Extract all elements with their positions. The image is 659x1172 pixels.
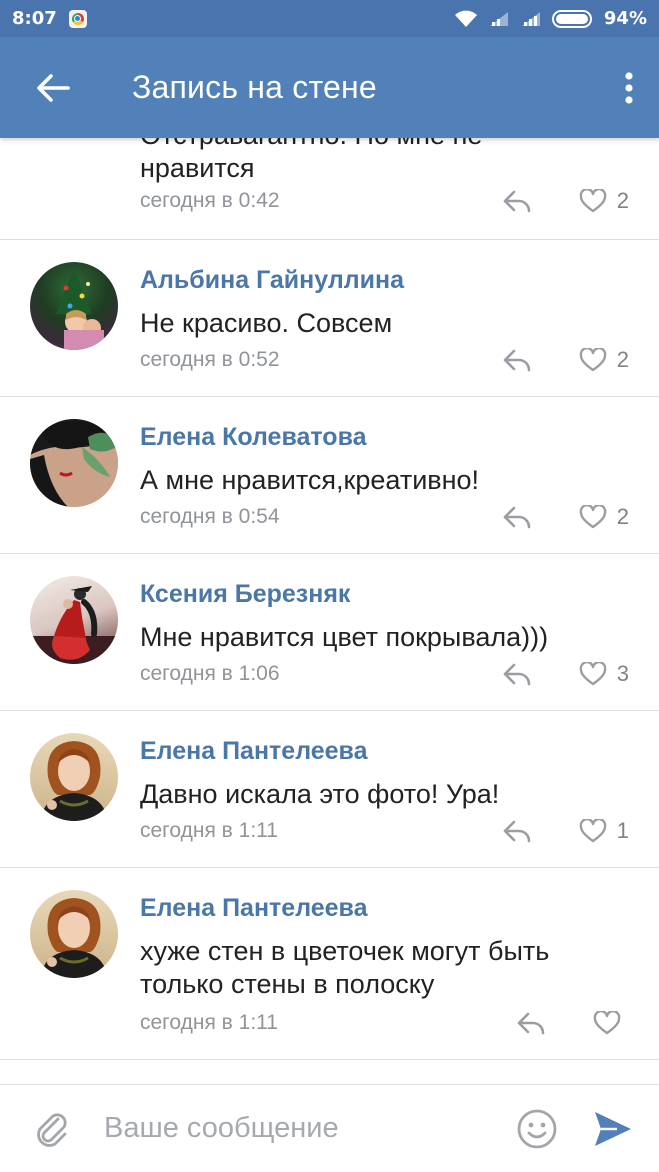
like-button[interactable]: 3 — [579, 659, 629, 689]
emoji-button[interactable] — [507, 1085, 567, 1172]
signal-icon — [520, 10, 542, 28]
attach-button[interactable] — [0, 1085, 104, 1172]
status-bar: 8:07 94% — [0, 0, 659, 37]
reply-icon — [503, 663, 531, 686]
reply-button[interactable] — [499, 345, 535, 375]
comment-text: Мне нравится цвет покрывала))) — [140, 622, 549, 652]
comment-text: Давно искала это фото! Ура! — [140, 779, 500, 809]
like-button[interactable] — [593, 1008, 621, 1038]
arrow-left-icon — [37, 73, 70, 102]
avatar[interactable] — [30, 890, 118, 978]
comment-text: хуже стен в цветочек могут быть только с… — [140, 936, 550, 999]
comment-item: Ксения Березняк Мне нравится цвет покрыв… — [0, 554, 659, 711]
app-bar: Запись на стене — [0, 37, 659, 138]
comment-time: сегодня в 0:54 — [140, 505, 280, 528]
comment-time: сегодня в 0:52 — [140, 348, 280, 371]
like-count: 2 — [616, 504, 629, 529]
comment-item: Елена Пантелеева хуже стен в цветочек мо… — [0, 868, 659, 1060]
like-count: 3 — [616, 661, 629, 686]
comment-text: Не красиво. Совсем — [140, 308, 393, 338]
battery-icon — [551, 9, 594, 29]
comments-list: Отстравагантно. Но мне не нравится сегод… — [0, 138, 659, 1084]
comment-text: А мне нравится,креативно! — [140, 465, 480, 495]
comment-time: сегодня в 0:42 — [140, 189, 280, 212]
reply-icon — [503, 506, 531, 529]
like-button[interactable]: 1 — [579, 816, 629, 846]
comment-author-link[interactable]: Ксения Березняк — [140, 580, 350, 609]
comment-item: Елена Колеватова А мне нравится,креативн… — [0, 397, 659, 554]
comment-author-link[interactable]: Елена Пантелеева — [140, 894, 368, 923]
reply-icon — [517, 1012, 545, 1035]
signal-icon — [488, 10, 510, 28]
more-options-button[interactable] — [599, 37, 659, 138]
reply-icon — [503, 190, 531, 213]
paperclip-icon — [37, 1112, 67, 1147]
avatar[interactable] — [30, 576, 118, 664]
wifi-icon — [454, 10, 478, 28]
send-button[interactable] — [567, 1085, 659, 1172]
message-input[interactable] — [104, 1084, 507, 1172]
reply-button[interactable] — [513, 1008, 549, 1038]
reply-button[interactable] — [499, 659, 535, 689]
heart-icon — [579, 348, 607, 372]
message-composer — [0, 1084, 659, 1172]
reply-icon — [503, 349, 531, 372]
comment-item: Елена Пантелеева Давно искала это фото! … — [0, 711, 659, 868]
comment-time: сегодня в 1:11 — [140, 1011, 278, 1034]
avatar[interactable] — [30, 419, 118, 507]
heart-icon — [579, 189, 607, 213]
comment-time: сегодня в 1:06 — [140, 662, 280, 685]
reply-button[interactable] — [499, 186, 535, 216]
smile-icon — [517, 1109, 557, 1148]
chrome-icon — [68, 9, 87, 28]
like-count: 1 — [616, 818, 629, 843]
send-icon — [595, 1111, 631, 1146]
heart-icon — [579, 662, 607, 686]
like-count: 2 — [616, 347, 629, 372]
like-count: 2 — [616, 188, 629, 213]
comment-author-link[interactable]: Елена Пантелеева — [140, 737, 368, 766]
reply-icon — [503, 820, 531, 843]
avatar[interactable] — [30, 733, 118, 821]
like-button[interactable]: 2 — [579, 186, 629, 216]
status-time: 8:07 — [12, 8, 57, 29]
page-title: Запись на стене — [132, 69, 377, 105]
heart-icon — [579, 505, 607, 529]
like-button[interactable]: 2 — [579, 502, 629, 532]
reply-button[interactable] — [499, 816, 535, 846]
more-vertical-icon — [625, 71, 633, 104]
heart-icon — [593, 1011, 621, 1035]
comment-text: Отстравагантно. Но мне не нравится — [140, 138, 482, 183]
heart-icon — [579, 819, 607, 843]
comment-item: Альбина Гайнуллина Не красиво. Совсем се… — [0, 240, 659, 397]
reply-button[interactable] — [499, 502, 535, 532]
battery-percent: 94% — [603, 8, 647, 29]
comment-author-link[interactable]: Альбина Гайнуллина — [140, 266, 404, 295]
avatar[interactable] — [30, 262, 118, 350]
comment-item: Отстравагантно. Но мне не нравится сегод… — [0, 138, 659, 240]
like-button[interactable]: 2 — [579, 345, 629, 375]
comment-author-link[interactable]: Елена Колеватова — [140, 423, 367, 452]
comment-time: сегодня в 1:11 — [140, 819, 278, 842]
back-button[interactable] — [0, 37, 104, 138]
